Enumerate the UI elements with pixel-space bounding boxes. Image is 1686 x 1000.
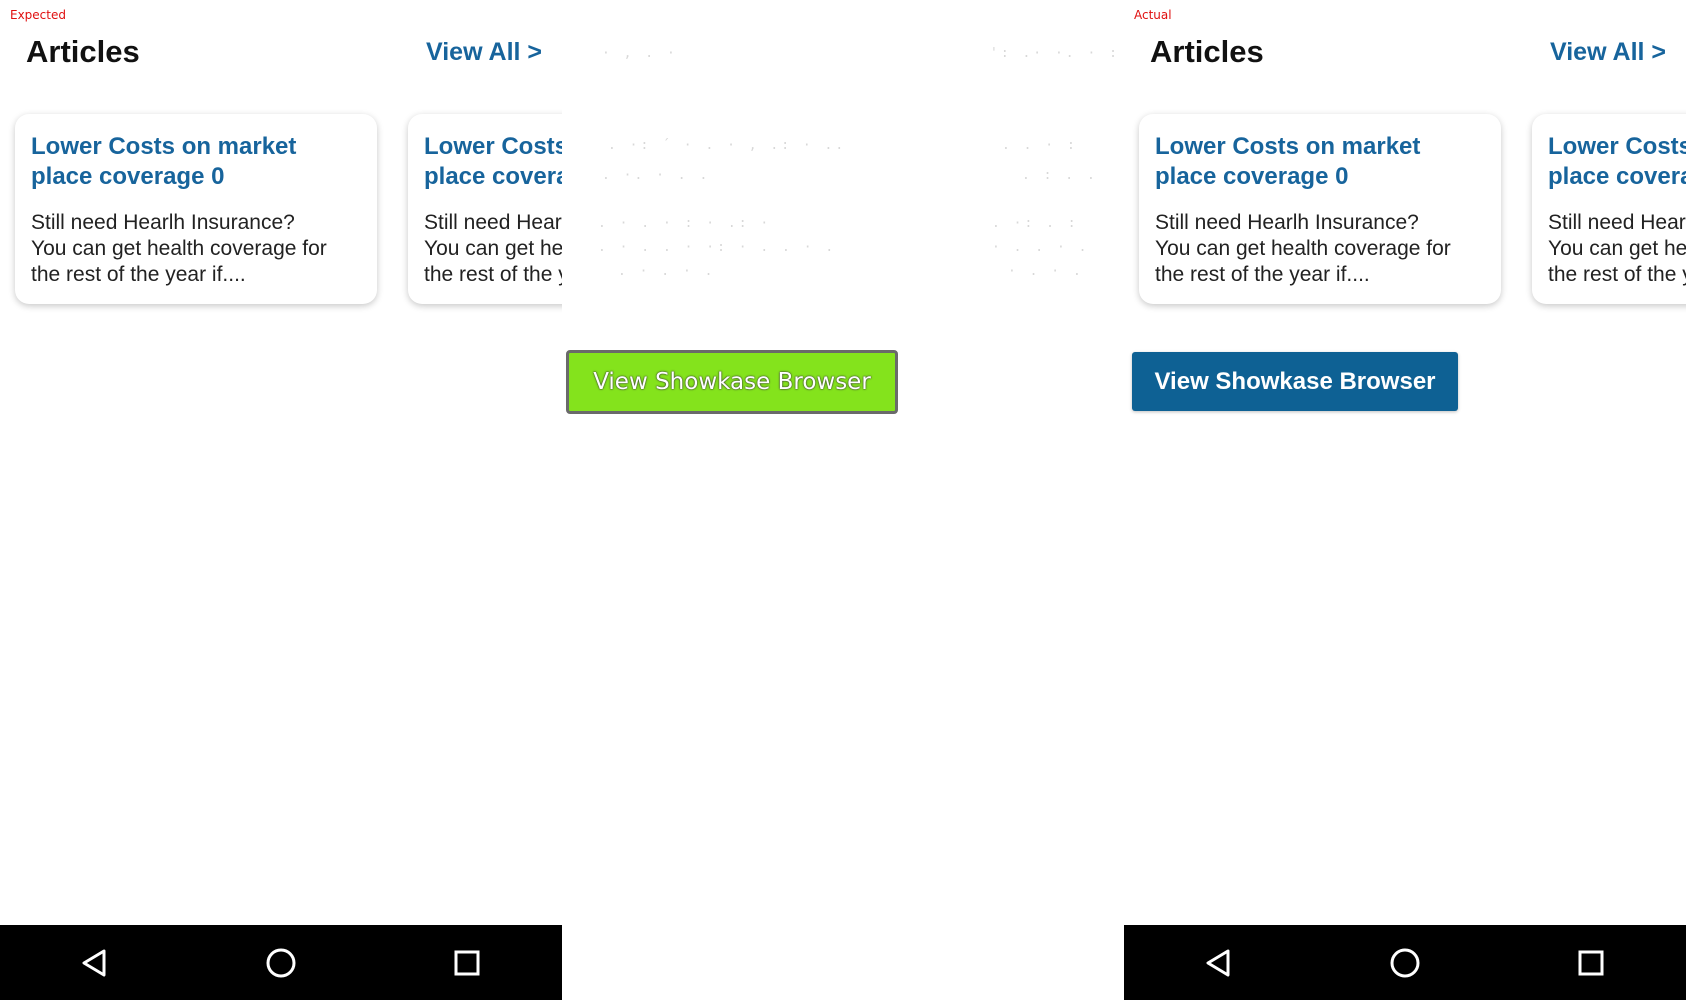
recents-button[interactable] — [1551, 925, 1631, 1000]
diff-noise: . · . · : · .: · — [598, 216, 772, 231]
article-title: Lower Costs on market place coverage 0 — [1155, 133, 1421, 190]
diff-noise: . : . . — [1022, 168, 1098, 183]
back-icon — [82, 949, 106, 976]
diff-image: · , . · ': .· ·. · : . ·: ´ · . · , .: ·… — [562, 0, 1124, 1000]
diff-noise: . ·. · . . — [602, 168, 711, 183]
recents-icon — [454, 950, 480, 975]
article-summary: Still need Hearlh Insurance? You can get… — [424, 211, 562, 286]
expected-screenshot: Expected Articles View All > Lower Costs… — [0, 0, 562, 1000]
navigation-bar — [0, 925, 562, 1000]
diff-noise: ': .· ·. · : — [990, 46, 1120, 61]
article-title: Lower Costs on market place coverage 0 — [31, 133, 297, 190]
article-summary: Still need Hearlh Insurance? You can get… — [1548, 211, 1686, 286]
back-button[interactable] — [1178, 925, 1258, 1000]
article-card[interactable]: Lower Costs on market place coverage 1 S… — [1532, 114, 1686, 304]
article-card[interactable]: Lower Costs on market place coverage 0 S… — [15, 114, 377, 304]
diff-noise: . · . · . — [618, 264, 716, 279]
article-summary: Still need Hearlh Insurance? You can get… — [31, 211, 327, 286]
article-title: Lower Costs on market place coverage 1 — [424, 133, 562, 190]
view-all-link[interactable]: View All > — [426, 38, 542, 67]
article-title: Lower Costs on market place coverage 1 — [1548, 133, 1686, 190]
diff-noise: . ·: ´ · . · , .: · .. — [608, 138, 847, 153]
home-icon — [1390, 948, 1420, 977]
section-title: Articles — [1150, 34, 1264, 69]
diff-noise: · , . · — [602, 46, 678, 61]
actual-screenshot: Actual Articles View All > Lower Costs o… — [1124, 0, 1686, 1000]
view-all-link[interactable]: View All > — [1550, 38, 1666, 67]
back-button[interactable] — [54, 925, 134, 1000]
diff-noise: · . . · . — [992, 240, 1090, 255]
home-button[interactable] — [1365, 925, 1445, 1000]
recents-icon — [1578, 950, 1604, 975]
section-title: Articles — [26, 34, 140, 69]
back-icon — [1206, 949, 1230, 976]
panel-label: Expected — [10, 8, 66, 22]
navigation-bar — [1124, 925, 1686, 1000]
diff-noise: . ·: . : — [992, 216, 1079, 231]
diff-noise: . · . . · ·: · . . · . — [598, 240, 837, 255]
home-icon — [266, 948, 296, 977]
diff-noise: · . · . — [1008, 264, 1084, 279]
recents-button[interactable] — [427, 925, 507, 1000]
article-card[interactable]: Lower Costs on market place coverage 0 S… — [1139, 114, 1501, 304]
panel-label: Actual — [1134, 8, 1172, 22]
article-card[interactable]: Lower Costs on market place coverage 1 S… — [408, 114, 562, 304]
view-showkase-browser-button[interactable]: View Showkase Browser — [1132, 352, 1458, 411]
home-button[interactable] — [241, 925, 321, 1000]
diff-highlight-button[interactable]: View Showkase Browser — [566, 350, 898, 414]
article-summary: Still need Hearlh Insurance? You can get… — [1155, 211, 1451, 286]
diff-noise: . . · : — [1002, 138, 1078, 153]
